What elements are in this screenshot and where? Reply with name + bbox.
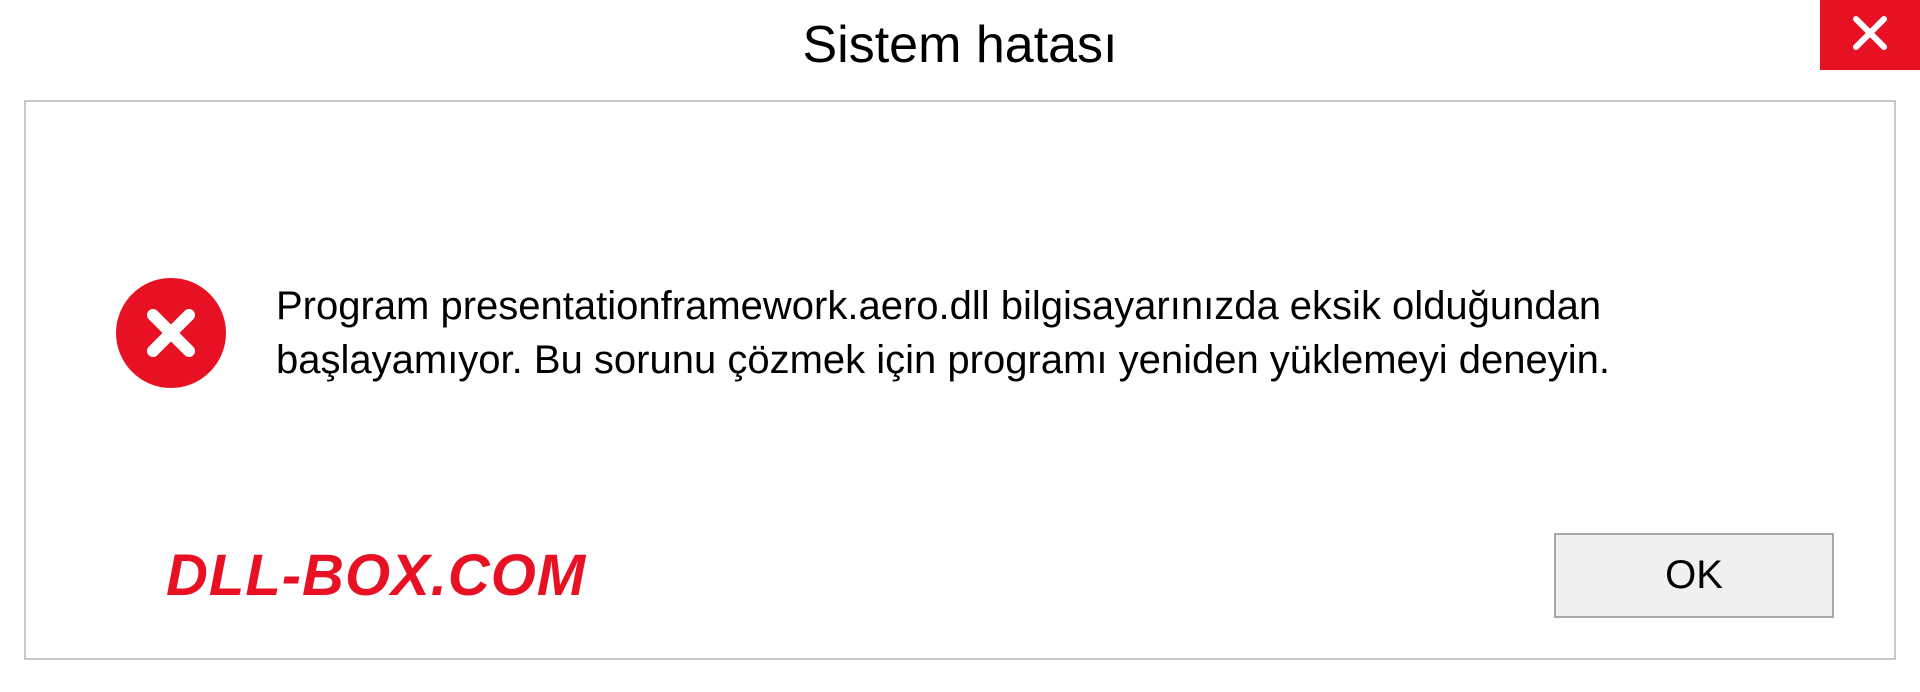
ok-button-label: OK [1665, 553, 1723, 598]
footer-area: DLL-BOX.COM OK [26, 533, 1894, 658]
watermark-text: DLL-BOX.COM [166, 542, 586, 609]
dialog-title: Sistem hatası [802, 15, 1117, 75]
error-message: Program presentationframework.aero.dll b… [276, 279, 1776, 387]
close-icon [1850, 13, 1890, 58]
title-bar: Sistem hatası [0, 0, 1920, 90]
close-button[interactable] [1820, 0, 1920, 70]
ok-button[interactable]: OK [1554, 533, 1834, 618]
content-area: Program presentationframework.aero.dll b… [26, 102, 1894, 533]
dialog-body: Program presentationframework.aero.dll b… [24, 100, 1896, 660]
error-icon [116, 278, 226, 388]
